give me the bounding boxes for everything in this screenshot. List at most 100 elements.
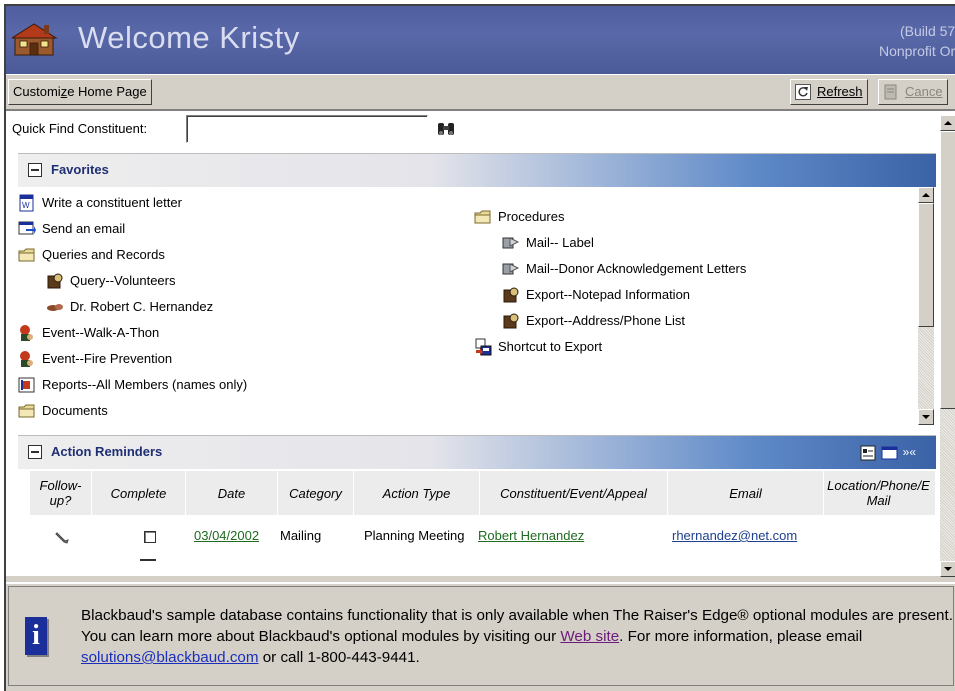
house-icon — [12, 23, 58, 56]
favorite-item-send-email[interactable]: Send an email — [18, 218, 125, 242]
favorite-item-write-letter[interactable]: W Write a constituent letter — [18, 192, 182, 216]
query-icon — [47, 273, 63, 289]
folder-icon — [18, 404, 35, 418]
favorite-label: Mail-- Label — [526, 235, 594, 250]
favorite-item-reports-members[interactable]: Reports--All Members (names only) — [18, 374, 247, 398]
action-reminders-title: Action Reminders — [51, 444, 163, 459]
build-info: (Build 573 Nonprofit Org — [879, 21, 955, 61]
expand-collapse-arrows[interactable]: »« — [903, 445, 916, 459]
favorites-title: Favorites — [51, 162, 109, 177]
export-icon — [503, 287, 519, 303]
info-text-3: or call 1-800-443-9441. — [258, 649, 420, 666]
event-icon — [20, 350, 33, 367]
toolbar: Customize Home Page Refresh Cance — [6, 74, 955, 110]
favorite-item-queries-records[interactable]: Queries and Records — [18, 244, 165, 268]
col-complete[interactable]: Complete — [92, 471, 186, 515]
favorite-label: Mail--Donor Acknowledgement Letters — [526, 261, 747, 276]
app-window: Welcome Kristy (Build 573 Nonprofit Org … — [4, 4, 955, 691]
constituent-icon — [47, 303, 63, 311]
event-icon — [20, 324, 33, 341]
main-scroll-up-button[interactable] — [940, 115, 955, 131]
col-constituent[interactable]: Constituent/Event/Appeal — [480, 471, 668, 515]
favorite-item-export-address[interactable]: Export--Address/Phone List — [502, 310, 685, 334]
info-icon: i — [25, 617, 47, 655]
web-site-link[interactable]: Web site — [560, 628, 619, 645]
col-follow-up[interactable]: Follow-up? — [30, 471, 92, 515]
favorite-label: Write a constituent letter — [42, 195, 182, 210]
info-panel: i Blackbaud's sample database contains f… — [6, 582, 955, 691]
favorite-label: Export--Address/Phone List — [526, 313, 685, 328]
favorite-item-query-volunteers[interactable]: Query--Volunteers — [46, 270, 176, 294]
scroll-down-button[interactable] — [918, 409, 934, 425]
col-date[interactable]: Date — [186, 471, 278, 515]
favorite-label: Reports--All Members (names only) — [42, 377, 248, 392]
mail-icon — [502, 262, 520, 275]
checkbox-box[interactable] — [144, 530, 156, 543]
refresh-button[interactable]: Refresh — [790, 79, 868, 105]
col-location-phone[interactable]: Location/Phone/E Mail — [824, 471, 936, 515]
folder-icon — [18, 248, 35, 262]
row-2-checkbox-partial — [140, 559, 156, 561]
favorite-label: Event--Walk-A-Thon — [42, 325, 160, 340]
mail-icon — [502, 236, 520, 249]
window-icon[interactable] — [881, 445, 899, 461]
favorites-list: W Write a constituent letter Send an emai… — [18, 187, 936, 427]
reminder-action-type: Planning Meeting — [364, 528, 465, 543]
favorite-item-mail-donor-ack[interactable]: Mail--Donor Acknowledgement Letters — [502, 258, 746, 282]
collapse-favorites-button[interactable] — [28, 163, 42, 177]
scroll-up-button[interactable] — [918, 187, 934, 203]
favorite-item-walk-a-thon[interactable]: Event--Walk-A-Thon — [18, 322, 159, 346]
info-text-2: . For more information, please email — [619, 628, 863, 645]
complete-checkbox[interactable] — [144, 525, 156, 547]
cancel-label: Cance — [905, 84, 943, 99]
cancel-icon — [884, 84, 897, 100]
reminder-email-link[interactable]: rhernandez@net.com — [672, 525, 797, 547]
scroll-thumb[interactable] — [918, 203, 934, 327]
favorite-label: Dr. Robert C. Hernandez — [70, 299, 214, 314]
word-doc-icon: W — [19, 194, 34, 212]
quick-find-input[interactable] — [186, 115, 428, 143]
main-scroll-down-button[interactable] — [940, 561, 955, 577]
favorite-item-documents[interactable]: Documents — [18, 400, 108, 424]
favorite-item-export-notepad[interactable]: Export--Notepad Information — [502, 284, 690, 308]
folder-icon — [474, 210, 491, 224]
reminder-date-link[interactable]: 03/04/2002 — [194, 525, 259, 547]
home-page-content: Quick Find Constituent: Favorites W Write… — [6, 110, 955, 577]
main-scroll-thumb[interactable] — [940, 131, 955, 409]
welcome-banner: Welcome Kristy (Build 573 Nonprofit Org — [6, 6, 955, 74]
collapse-action-reminders-button[interactable] — [28, 445, 42, 459]
col-email[interactable]: Email — [668, 471, 824, 515]
customize-home-page-button[interactable]: Customize Home Page — [8, 79, 152, 105]
build-number: (Build 573 — [899, 23, 955, 39]
favorite-item-robert-hernandez[interactable]: Dr. Robert C. Hernandez — [46, 296, 213, 320]
svg-text:W: W — [22, 201, 30, 210]
reminder-category: Mailing — [280, 528, 322, 543]
cancel-button[interactable]: Cance — [878, 79, 948, 105]
favorite-item-fire-prevention[interactable]: Event--Fire Prevention — [18, 348, 172, 372]
refresh-label: Refresh — [817, 84, 863, 99]
col-category[interactable]: Category — [278, 471, 354, 515]
favorite-item-mail-label[interactable]: Mail-- Label — [502, 232, 594, 256]
email-icon — [18, 221, 36, 235]
solutions-email-link[interactable]: solutions@blackbaud.com — [81, 649, 259, 666]
favorite-label: Procedures — [498, 209, 565, 224]
properties-icon[interactable] — [860, 445, 878, 461]
page-title: Welcome Kristy — [78, 20, 300, 55]
favorites-scrollbar[interactable] — [918, 187, 934, 425]
reminder-constituent-link[interactable]: Robert Hernandez — [478, 525, 584, 547]
col-action-type[interactable]: Action Type — [354, 471, 480, 515]
main-scrollbar[interactable] — [940, 115, 955, 577]
action-reminders-header: Action Reminders »« — [18, 435, 936, 469]
favorite-label: Documents — [42, 403, 108, 418]
favorite-label: Queries and Records — [42, 247, 165, 262]
favorite-label: Shortcut to Export — [498, 339, 603, 354]
binoculars-icon[interactable] — [436, 121, 456, 137]
refresh-icon — [795, 84, 811, 100]
pencil-icon[interactable] — [54, 529, 72, 545]
favorite-label: Export--Notepad Information — [526, 287, 691, 302]
favorite-item-procedures[interactable]: Procedures — [474, 206, 564, 230]
favorite-label: Query--Volunteers — [70, 273, 176, 288]
favorite-item-shortcut-export[interactable]: Shortcut to Export — [474, 336, 602, 360]
quick-find-label: Quick Find Constituent: — [12, 121, 148, 136]
shortcut-icon — [475, 338, 492, 356]
